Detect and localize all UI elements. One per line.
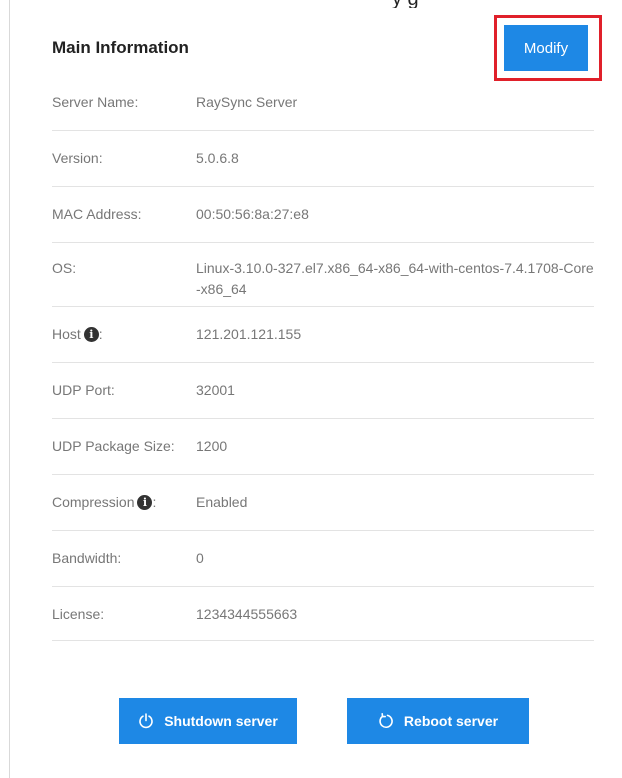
- info-label: OS:: [52, 260, 77, 276]
- info-value: 00:50:56:8a:27:e8: [196, 206, 309, 222]
- info-icon[interactable]: i: [137, 494, 153, 510]
- info-value: 5.0.6.8: [196, 150, 239, 166]
- info-row-udp-package-size: UDP Package Size: 1200: [52, 419, 594, 475]
- info-value: 32001: [196, 382, 235, 398]
- info-label: Host: [52, 326, 81, 342]
- info-row-os: OS: Linux-3.10.0-327.el7.x86_64-x86_64-w…: [52, 243, 594, 307]
- info-label-with-icon: Host i :: [52, 326, 196, 342]
- info-value: 0: [196, 550, 204, 566]
- shutdown-server-button[interactable]: Shutdown server: [119, 698, 297, 744]
- info-table: Server Name: RaySync Server Version: 5.0…: [52, 75, 594, 641]
- info-label: UDP Port:: [52, 382, 115, 398]
- info-label: License:: [52, 606, 105, 622]
- modify-button[interactable]: Modify: [504, 25, 588, 71]
- refresh-icon: [378, 713, 394, 729]
- info-row-license: License: 1234344555663: [52, 587, 594, 641]
- info-row-compression: Compression i : Enabled: [52, 475, 594, 531]
- info-icon[interactable]: i: [83, 326, 99, 342]
- power-icon: [138, 713, 154, 729]
- info-value: RaySync Server: [196, 94, 298, 110]
- clipped-header-text: y g: [392, 0, 419, 8]
- info-label: MAC Address:: [52, 206, 142, 222]
- info-value: 1200: [196, 438, 228, 454]
- info-label: Compression: [52, 494, 135, 510]
- info-row-mac-address: MAC Address: 00:50:56:8a:27:e8: [52, 187, 594, 243]
- shutdown-server-label: Shutdown server: [164, 713, 278, 729]
- info-label: Version:: [52, 150, 103, 166]
- label-colon: :: [152, 494, 157, 510]
- info-label: Server Name:: [52, 94, 139, 110]
- reboot-server-button[interactable]: Reboot server: [347, 698, 529, 744]
- clipped-header-text-container: y g: [392, 0, 622, 8]
- info-value: 1234344555663: [196, 606, 298, 622]
- info-row-udp-port: UDP Port: 32001: [52, 363, 594, 419]
- info-row-version: Version: 5.0.6.8: [52, 131, 594, 187]
- info-value: Enabled: [196, 494, 248, 510]
- info-row-host: Host i : 121.201.121.155: [52, 307, 594, 363]
- panel-left-border: [9, 0, 10, 778]
- info-label: UDP Package Size:: [52, 438, 175, 454]
- info-row-bandwidth: Bandwidth: 0: [52, 531, 594, 587]
- info-label: Bandwidth:: [52, 550, 122, 566]
- label-colon: :: [98, 326, 103, 342]
- panel-title: Main Information: [52, 38, 189, 57]
- info-value: 121.201.121.155: [196, 326, 302, 342]
- reboot-server-label: Reboot server: [403, 713, 499, 729]
- info-value: Linux-3.10.0-327.el7.x86_64-x86_64-with-…: [196, 260, 594, 297]
- info-label-with-icon: Compression i :: [52, 494, 196, 510]
- server-info-page: y g Main Information Modify Server Name:…: [0, 0, 622, 778]
- info-row-server-name: Server Name: RaySync Server: [52, 75, 594, 131]
